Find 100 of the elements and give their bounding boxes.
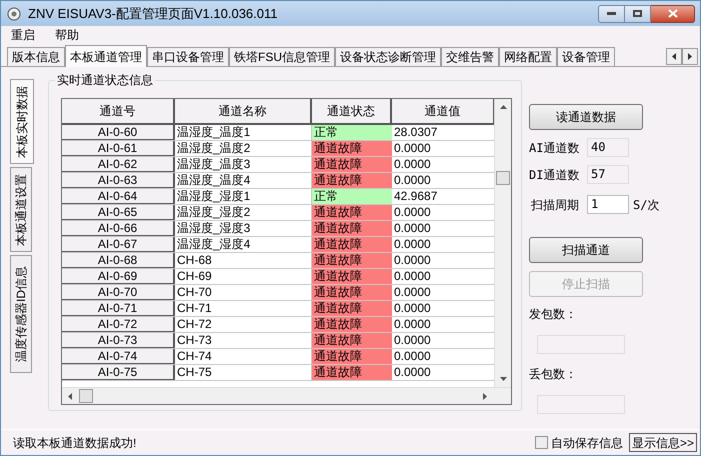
scroll-right-icon	[483, 392, 487, 400]
table-cell-text: 0.0000	[393, 285, 432, 300]
field-label: 扫描周期	[530, 196, 580, 214]
group-title: 实时通道状态信息	[55, 72, 155, 88]
right-arrow-icon	[688, 53, 692, 60]
row-header-cell[interactable]: AI-0-68	[62, 253, 175, 268]
status-message: 读取本板通道数据成功!	[13, 434, 136, 452]
tab[interactable]: 本板通道管理	[65, 45, 147, 67]
side-tab[interactable]: 本板实时数据	[10, 79, 34, 164]
tab-scroll-right-button[interactable]	[682, 48, 698, 65]
scroll-down-icon	[500, 377, 508, 381]
menu-item[interactable]: 帮助	[45, 26, 89, 44]
side-tab[interactable]: 温度传感器ID信息	[10, 255, 32, 373]
action-button[interactable]: 读通道数据	[529, 104, 643, 130]
field-label: DI通道数	[529, 166, 580, 184]
row-header-cell[interactable]: AI-0-69	[62, 269, 175, 284]
status-cell: 通道故障	[312, 221, 392, 236]
table-cell-text: 0.0000	[393, 269, 432, 284]
scroll-up-icon	[500, 105, 508, 109]
table-cell-text: 0.0000	[393, 349, 432, 364]
table-cell-text: 0.0000	[393, 221, 432, 236]
tab[interactable]: 设备状态诊断管理	[335, 47, 441, 66]
table-cell-text: 0.0000	[393, 237, 432, 252]
row-header-cell[interactable]: AI-0-75	[62, 365, 175, 380]
column-header[interactable]: 通道状态	[312, 99, 392, 123]
status-cell: 通道故障	[312, 269, 392, 284]
field-label: 丢包数：	[529, 366, 577, 383]
column-header[interactable]: 通道名称	[175, 99, 312, 123]
period-field[interactable]: 1	[587, 195, 629, 214]
table-cell-text: 0.0000	[393, 365, 432, 380]
window-title: ZNV EISUAV3-配置管理页面V1.10.036.011	[28, 4, 278, 23]
tab[interactable]: 铁塔FSU信息管理	[229, 47, 335, 66]
count-field[interactable]: 40	[587, 138, 629, 157]
vertical-scrollbar[interactable]	[494, 99, 511, 387]
status-cell: 通道故障	[312, 365, 392, 380]
table-cell-text: 42.9687	[393, 189, 438, 204]
tab[interactable]: 设备管理	[557, 47, 615, 66]
status-cell: 通道故障	[312, 157, 392, 172]
table-cell-text: 28.0307	[393, 125, 438, 140]
table-cell-text: 0.0000	[393, 333, 432, 348]
count-field[interactable]: 57	[587, 165, 629, 184]
status-cell: 通道故障	[312, 205, 392, 220]
lost-count-field[interactable]	[537, 395, 625, 414]
status-cell: 通道故障	[312, 237, 392, 252]
status-cell: 通道故障	[312, 333, 392, 348]
status-cell: 通道故障	[312, 317, 392, 332]
close-button[interactable]	[651, 4, 695, 22]
left-arrow-icon	[672, 53, 676, 60]
scroll-left-icon	[68, 392, 72, 400]
field-label: AI通道数	[529, 140, 580, 156]
table-cell-text: 0.0000	[393, 253, 432, 268]
row-header-cell[interactable]: AI-0-71	[62, 301, 175, 316]
horizontal-scrollbar[interactable]	[62, 387, 511, 404]
tab[interactable]: 交维告警	[441, 47, 499, 66]
row-header-cell[interactable]: AI-0-66	[62, 221, 175, 236]
scroll-thumb[interactable]	[496, 171, 510, 185]
column-header[interactable]: 通道号	[62, 99, 175, 123]
scroll-thumb[interactable]	[79, 389, 93, 403]
status-cell: 通道故障	[312, 349, 392, 364]
field-label: 发包数：	[529, 306, 577, 323]
checkbox-label: 自动保存信息	[550, 434, 623, 452]
tab[interactable]: 串口设备管理	[147, 47, 229, 66]
side-tab[interactable]: 本板通道设置	[10, 167, 32, 252]
status-cell: 正常	[312, 189, 392, 204]
tab-scroll-left-button[interactable]	[666, 48, 682, 65]
row-header-cell[interactable]: AI-0-61	[62, 141, 175, 156]
tab[interactable]: 网络配置	[499, 47, 557, 66]
unit-label: S/次	[633, 196, 660, 214]
row-header-cell[interactable]: AI-0-73	[62, 333, 175, 348]
tab[interactable]: 版本信息	[7, 47, 65, 66]
table-cell-text: 0.0000	[393, 141, 432, 156]
minimize-button[interactable]	[598, 4, 625, 22]
close-icon	[668, 9, 678, 18]
row-header-cell[interactable]: AI-0-74	[62, 349, 175, 364]
table-cell-text: 0.0000	[393, 205, 432, 220]
status-cell: 通道故障	[312, 141, 392, 156]
table-cell-text: 0.0000	[393, 157, 432, 172]
status-cell: 正常	[312, 125, 392, 140]
app-icon	[6, 6, 22, 22]
row-header-cell[interactable]: AI-0-67	[62, 237, 175, 252]
maximize-button[interactable]	[625, 4, 651, 22]
row-header-cell[interactable]: AI-0-72	[62, 317, 175, 332]
table-cell-text: 0.0000	[393, 317, 432, 332]
table-cell-text: 0.0000	[393, 301, 432, 316]
row-header-cell[interactable]: AI-0-63	[62, 173, 175, 188]
row-header-cell[interactable]: AI-0-60	[62, 125, 175, 140]
row-header-cell[interactable]: AI-0-62	[62, 157, 175, 172]
checkbox[interactable]	[534, 436, 548, 449]
table-cell-text: 0.0000	[393, 173, 432, 188]
action-button[interactable]: 扫描通道	[529, 237, 643, 263]
row-header-cell[interactable]: AI-0-70	[62, 285, 175, 300]
sent-count-field[interactable]	[537, 335, 625, 354]
status-cell: 通道故障	[312, 173, 392, 188]
column-header[interactable]: 通道值	[392, 99, 494, 123]
status-cell: 通道故障	[312, 301, 392, 316]
status-cell: 通道故障	[312, 285, 392, 300]
menu-item[interactable]: 重启	[1, 26, 45, 44]
row-header-cell[interactable]: AI-0-64	[62, 189, 175, 204]
row-header-cell[interactable]: AI-0-65	[62, 205, 175, 220]
show-info-button[interactable]: 显示信息>>	[628, 433, 697, 452]
